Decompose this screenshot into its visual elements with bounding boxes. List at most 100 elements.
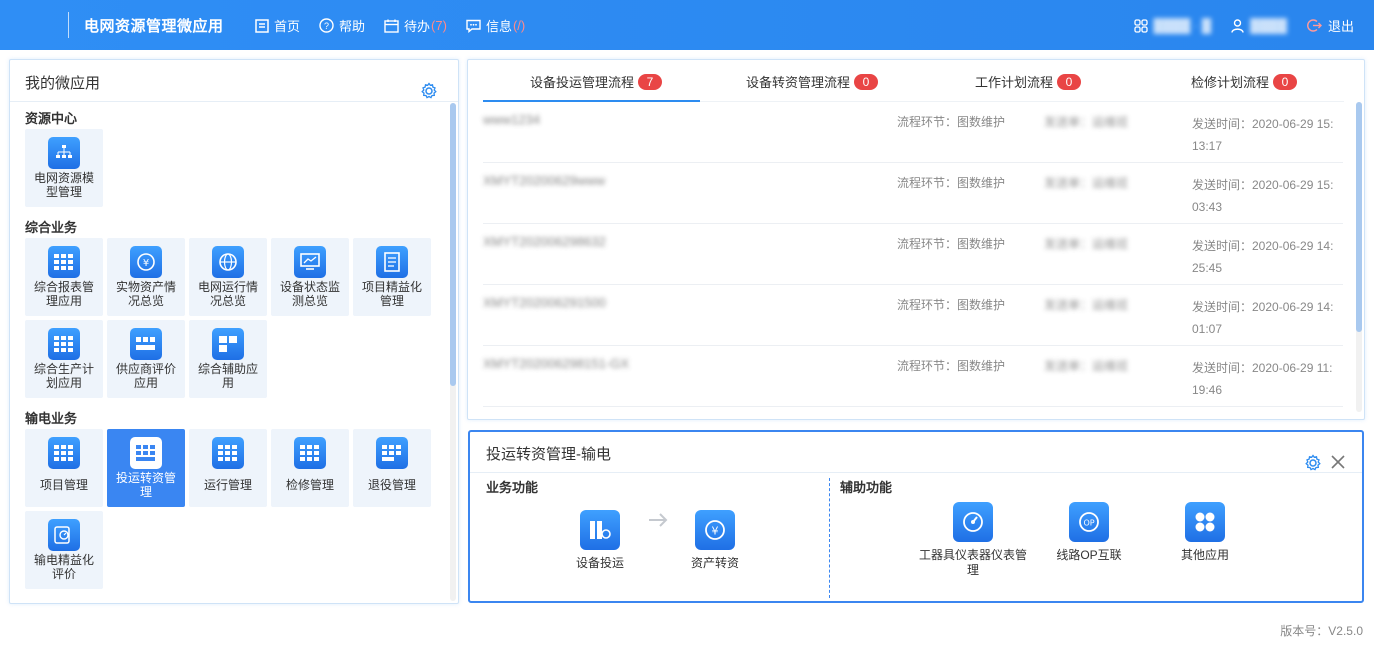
flow-row[interactable]: XMYT20200629​1500 流程环节：图数维护 发送单：运维班 发送时间… — [483, 285, 1343, 346]
panel-divider — [10, 101, 458, 102]
func-asset-transfer[interactable]: ¥ 资产转资 — [660, 510, 770, 571]
nav-message[interactable]: 信息 (/) — [466, 16, 525, 35]
func-label: 线路OP互联 — [1056, 548, 1122, 562]
svg-text:?: ? — [324, 21, 329, 31]
nav-home[interactable]: 首页 — [255, 16, 300, 35]
hierarchy-icon — [48, 137, 80, 169]
yen-cycle-icon: ¥ — [695, 510, 735, 550]
grid-icon — [294, 437, 326, 469]
tile-report-app[interactable]: 综合报表管理应用 — [25, 238, 103, 316]
flow-stage: 流程环节：图数维护 — [897, 115, 1006, 129]
tab-work-plan[interactable]: 工作计划流程 0 — [975, 72, 1082, 91]
tile-grid-resource-model[interactable]: 电网资源模型管理 — [25, 129, 103, 207]
flow-id: www1234 — [483, 112, 541, 127]
detail-panel-title: 投运转资管理-输电 — [486, 446, 611, 463]
tile-label: 项目管理 — [39, 478, 88, 492]
flow-time-date: 发送时间：2020-06-29 15: — [1192, 117, 1334, 131]
flow-time: 发送时间：2020-06-29 14: 25:45 — [1192, 235, 1342, 279]
flow-time-date: 发送时间：2020-06-29 11: — [1192, 361, 1333, 375]
func-label: 工器具仪表器仪表管理 — [918, 548, 1027, 577]
grid-icon — [212, 328, 244, 360]
nav-todo[interactable]: 待办 (7) — [384, 16, 447, 35]
gauge-icon — [953, 502, 993, 542]
tile-project-mgmt[interactable]: 项目管理 — [25, 429, 103, 507]
tile-production-plan[interactable]: 综合生产计划应用 — [25, 320, 103, 398]
tile-project-lean[interactable]: 项目精益化管理 — [353, 238, 431, 316]
nav-home-label: 首页 — [274, 19, 301, 34]
tile-auxiliary[interactable]: 综合辅助应用 — [189, 320, 267, 398]
tile-label: 综合报表管理应用 — [33, 280, 94, 308]
settings-gear-icon[interactable] — [1304, 454, 1322, 472]
nav-todo-count: (7) — [431, 18, 447, 33]
func-line-op[interactable]: OP 线路OP互联 — [1034, 502, 1144, 563]
app-title: 电网资源管理微应用 — [84, 18, 224, 35]
flow-time-date: 发送时间：2020-06-29 15: — [1192, 178, 1334, 192]
settings-gear-icon[interactable] — [420, 82, 438, 100]
user-menu[interactable]: ████ — [1231, 18, 1287, 33]
tile-equipment-status[interactable]: 设备状态监测总览 — [271, 238, 349, 316]
flow-time: 发送时间：2020-06-29 11: 19:46 — [1192, 357, 1342, 401]
tile-physical-assets[interactable]: ¥ 实物资产情况总览 — [107, 238, 185, 316]
tile-maintenance-mgmt[interactable]: 检修管理 — [271, 429, 349, 507]
tab-count-badge: 0 — [1057, 73, 1082, 90]
tab-equipment-commissioning[interactable]: 设备投运管理流程 7 — [530, 72, 663, 91]
svg-text:¥: ¥ — [143, 258, 149, 269]
tile-label: 实物资产情况总览 — [115, 280, 176, 308]
flow-tabs: 设备投运管理流程 7 设备转资管理流程 0 工作计划流程 0 检修计划流程 0 — [468, 60, 1364, 102]
flow-time-clock: 13:17 — [1192, 139, 1223, 153]
logout-label: 退出 — [1327, 19, 1354, 34]
section-title-transmission: 输电业务 — [25, 411, 78, 426]
grid-icon — [376, 437, 408, 469]
tab-equipment-transfer[interactable]: 设备转资管理流程 0 — [746, 72, 879, 91]
flow-row[interactable]: XMYT202006298632 流程环节：图数维护 发送单：运维班 发送时间：… — [483, 224, 1343, 285]
my-apps-title: 我的微应用 — [25, 75, 101, 92]
scrollbar-thumb[interactable] — [1356, 102, 1362, 332]
tile-label: 检修管理 — [285, 478, 334, 492]
flow-time: 发送时间：2020-06-29 15: 13:17 — [1192, 113, 1342, 157]
grid-icon — [48, 437, 80, 469]
scrollbar-thumb[interactable] — [450, 103, 456, 386]
user-area: ████ · █ ████ 退出 — [1114, 16, 1354, 35]
globe-icon — [212, 246, 244, 278]
org-switcher[interactable]: ████ · █ — [1133, 18, 1211, 33]
func-equipment-commissioning[interactable]: 设备投运 — [545, 510, 655, 571]
tab-count-badge: 0 — [1273, 73, 1298, 90]
help-icon: ? — [319, 18, 334, 33]
func-tools-instruments[interactable]: 工器具仪表器仪表管理 — [918, 502, 1028, 578]
flow-time-date: 发送时间：2020-06-29 14: — [1192, 239, 1334, 253]
version-label: 版本号：V2.5.0 — [1280, 624, 1363, 638]
flow-row[interactable]: XMYT202006​29www 流程环节：图数维护 发送单：运维班 发送时间：… — [483, 163, 1343, 224]
logout-button[interactable]: 退出 — [1307, 16, 1354, 35]
flow-stage: 流程环节：图数维护 — [897, 176, 1006, 190]
flow-stage: 流程环节：图数维护 — [897, 237, 1006, 251]
svg-text:OP: OP — [1083, 519, 1094, 528]
close-icon[interactable] — [1330, 454, 1346, 470]
tile-grid-operation[interactable]: 电网运行情况总览 — [189, 238, 267, 316]
flow-stage: 流程环节：图数维护 — [897, 298, 1006, 312]
func-other-apps[interactable]: 其他应用 — [1150, 502, 1260, 563]
monitor-icon — [294, 246, 326, 278]
tab-label: 检修计划流程 — [1191, 75, 1270, 90]
equipment-icon — [580, 510, 620, 550]
section-title-resource: 资源中心 — [25, 111, 78, 126]
flow-row[interactable]: www1234 流程环节：图数维护 发送单：运维班 发送时间：2020-06-2… — [483, 102, 1343, 163]
tile-transmission-lean[interactable]: 输电精益化评价 — [25, 511, 103, 589]
nav-help[interactable]: ? 帮助 — [319, 16, 365, 35]
tile-operation-mgmt[interactable]: 运行管理 — [189, 429, 267, 507]
gauge-icon — [48, 519, 80, 551]
tile-label: 投运转资管理 — [115, 471, 176, 499]
nav-todo-label: 待办 — [404, 19, 431, 34]
tile-supplier-eval[interactable]: 供应商评价应用 — [107, 320, 185, 398]
tab-maintenance-plan[interactable]: 检修计划流程 0 — [1191, 72, 1298, 91]
org-icon — [1133, 18, 1148, 33]
my-apps-panel: 我的微应用 资源中心 电网资源模型管理 综合业务 综合报表管理应用 ¥ 实物资产… — [9, 59, 459, 604]
tile-retirement-mgmt[interactable]: 退役管理 — [353, 429, 431, 507]
tile-label: 综合生产计划应用 — [33, 362, 94, 390]
flow-id: XMYT20200629​1500 — [483, 295, 606, 310]
func-label: 其他应用 — [1180, 548, 1229, 562]
flow-row[interactable]: XMYT202006298151-GX 流程环节：图数维护 发送单：运维班 发送… — [483, 346, 1343, 407]
flow-time-clock: 01:07 — [1192, 322, 1223, 336]
tile-commissioning-transfer[interactable]: 投运转资管理 — [107, 429, 185, 507]
flow-stage: 流程环节：图数维护 — [897, 359, 1006, 373]
tab-label: 设备投运管理流程 — [530, 75, 635, 90]
